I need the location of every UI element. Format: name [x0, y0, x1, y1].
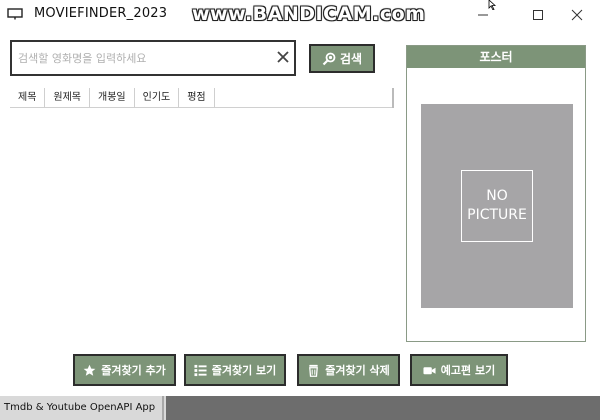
no-picture-line1: NO	[486, 188, 508, 204]
column-release-date[interactable]: 개봉일	[90, 88, 135, 108]
poster-image: NO PICTURE	[421, 104, 573, 308]
no-picture-line2: PICTURE	[467, 207, 527, 223]
delete-favorite-label: 즐겨찾기 삭제	[325, 364, 390, 377]
app-monitor-icon	[7, 8, 23, 20]
clear-search-icon[interactable]	[276, 50, 290, 64]
trailer-label: 예고편 보기	[440, 364, 496, 377]
table-header-edge	[392, 88, 394, 108]
view-favorites-button[interactable]: 즐겨찾기 보기	[184, 354, 286, 386]
trash-icon	[309, 364, 319, 377]
status-text: Tmdb & Youtube OpenAPI App	[0, 396, 164, 420]
search-button-label: 검색	[339, 52, 363, 66]
column-popularity[interactable]: 인기도	[135, 88, 180, 108]
search-input[interactable]	[18, 46, 268, 70]
delete-favorite-button[interactable]: 즐겨찾기 삭제	[297, 354, 400, 386]
add-favorite-button[interactable]: 즐겨찾기 추가	[73, 354, 176, 386]
list-icon	[194, 364, 207, 376]
star-icon	[83, 364, 96, 376]
view-favorites-label: 즐겨찾기 보기	[211, 364, 277, 377]
column-rating[interactable]: 평점	[179, 88, 215, 108]
status-bar: Tmdb & Youtube OpenAPI App	[0, 396, 600, 420]
title-bar: MOVIEFINDER_2023 www.BANDICAM.com	[0, 0, 600, 30]
window-title: MOVIEFINDER_2023	[34, 6, 168, 21]
status-bar-fill	[166, 396, 600, 420]
results-table-header: 제목 원제목 개봉일 인기도 평점	[10, 88, 394, 108]
column-title[interactable]: 제목	[10, 88, 46, 108]
search-box	[10, 40, 296, 76]
poster-panel: 포스터 NO PICTURE	[406, 45, 586, 342]
poster-title: 포스터	[407, 46, 585, 68]
column-original-title[interactable]: 원제목	[45, 88, 91, 108]
maximize-icon	[533, 10, 543, 20]
search-icon	[322, 52, 336, 65]
minimize-icon	[478, 14, 488, 16]
results-table-body[interactable]	[10, 108, 394, 348]
close-icon	[571, 9, 583, 21]
search-button[interactable]: 검색	[309, 44, 375, 73]
trailer-button[interactable]: 예고편 보기	[410, 354, 508, 386]
minimize-button[interactable]	[460, 0, 506, 30]
watermark: www.BANDICAM.com	[192, 3, 426, 25]
no-picture-placeholder: NO PICTURE	[461, 170, 533, 242]
video-camera-icon	[423, 366, 436, 374]
close-button[interactable]	[554, 0, 600, 30]
add-favorite-label: 즐겨찾기 추가	[101, 364, 166, 377]
